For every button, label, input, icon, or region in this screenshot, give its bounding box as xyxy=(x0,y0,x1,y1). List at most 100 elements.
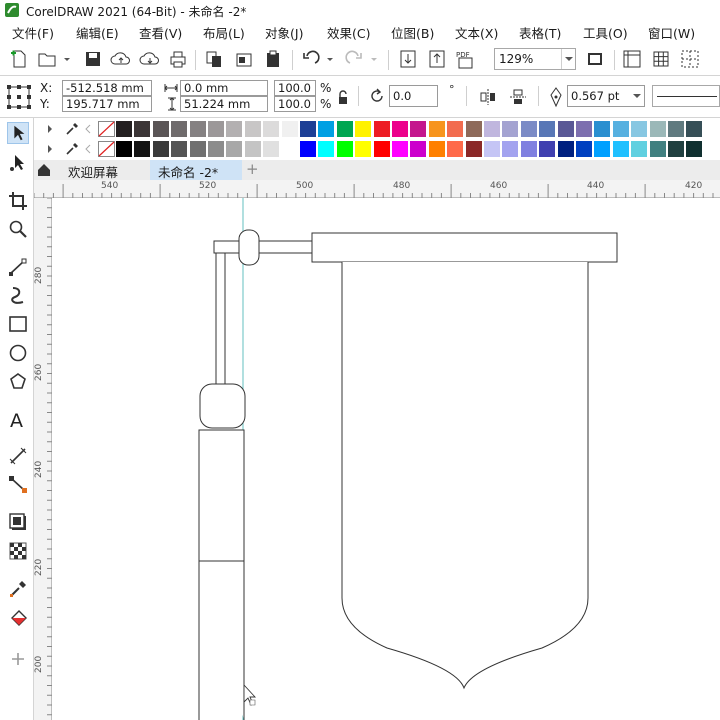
menu-effects[interactable]: 效果(C) xyxy=(327,23,370,42)
add-tool-icon[interactable] xyxy=(7,648,29,670)
color-swatch[interactable] xyxy=(152,121,170,137)
thin-pole[interactable] xyxy=(215,252,226,386)
open-icon[interactable] xyxy=(36,48,58,70)
undo-dropdown-icon[interactable] xyxy=(326,50,334,68)
pick-tool-icon[interactable] xyxy=(7,122,29,144)
color-swatch[interactable] xyxy=(631,141,649,157)
crossbar-knob[interactable] xyxy=(238,229,260,266)
rectangle-tool-icon[interactable] xyxy=(7,313,29,335)
color-swatch[interactable] xyxy=(226,121,244,137)
palette-scroll-left-icon[interactable] xyxy=(84,124,92,134)
color-swatch[interactable] xyxy=(392,141,409,157)
crop-tool-icon[interactable] xyxy=(7,190,29,212)
freehand-tool-icon[interactable] xyxy=(7,256,29,278)
menu-file[interactable]: 文件(F) xyxy=(12,23,54,42)
drop-shadow-icon[interactable] xyxy=(7,511,29,533)
export-icon[interactable] xyxy=(426,48,448,70)
color-swatch[interactable] xyxy=(244,141,262,157)
menu-table[interactable]: 表格(T) xyxy=(519,23,561,42)
width-field[interactable]: 0.0 mm xyxy=(180,80,268,96)
connector-tool-icon[interactable] xyxy=(7,473,29,495)
color-swatch[interactable] xyxy=(336,121,354,137)
color-swatch[interactable] xyxy=(520,121,538,137)
home-icon[interactable] xyxy=(36,162,52,178)
color-swatch[interactable] xyxy=(208,141,225,157)
menu-bitmaps[interactable]: 位图(B) xyxy=(391,23,434,42)
color-swatch[interactable] xyxy=(539,121,557,137)
color-swatch[interactable] xyxy=(447,121,465,137)
text-tool-icon[interactable]: A xyxy=(7,408,29,430)
artistic-media-icon[interactable] xyxy=(7,284,29,306)
thick-pole-lower[interactable] xyxy=(198,560,245,720)
color-swatch[interactable] xyxy=(392,121,409,137)
color-swatch[interactable] xyxy=(649,141,667,157)
redo-dropdown-icon[interactable] xyxy=(370,50,378,68)
color-swatch[interactable] xyxy=(116,121,133,137)
copy-icon[interactable] xyxy=(203,48,225,70)
interactive-fill-icon[interactable] xyxy=(7,608,29,630)
color-swatch[interactable] xyxy=(116,141,133,157)
menu-edit[interactable]: 编辑(E) xyxy=(76,23,119,42)
horizontal-ruler[interactable]: 540 520 500 480 460 440 420 xyxy=(34,180,720,198)
color-swatch[interactable] xyxy=(484,141,501,157)
color-swatch[interactable] xyxy=(281,141,299,157)
color-swatch[interactable] xyxy=(171,141,189,157)
color-swatch[interactable] xyxy=(281,121,299,137)
color-swatch[interactable] xyxy=(612,141,630,157)
color-swatch[interactable] xyxy=(557,121,575,137)
color-swatch[interactable] xyxy=(686,121,704,137)
rotation-field[interactable]: 0.0 xyxy=(389,85,438,107)
banner-flag[interactable] xyxy=(341,262,589,690)
color-swatch[interactable] xyxy=(594,121,612,137)
eyedropper-icon[interactable] xyxy=(7,578,29,600)
full-screen-icon[interactable] xyxy=(584,48,606,70)
color-swatch[interactable] xyxy=(189,121,207,137)
object-origin-icon[interactable] xyxy=(6,84,32,110)
zoom-level-combo[interactable]: 129% xyxy=(494,48,576,70)
flag-top-bar[interactable] xyxy=(311,232,618,263)
color-swatch[interactable] xyxy=(557,141,575,157)
color-swatch[interactable] xyxy=(300,141,317,157)
crossbar-rod[interactable] xyxy=(213,240,317,254)
paste-icon[interactable] xyxy=(262,48,284,70)
drawing-canvas[interactable] xyxy=(52,198,720,720)
menu-view[interactable]: 查看(V) xyxy=(139,23,182,42)
color-swatch[interactable] xyxy=(134,141,152,157)
open-dropdown-icon[interactable] xyxy=(63,50,71,68)
save-icon[interactable] xyxy=(82,48,104,70)
color-swatch[interactable] xyxy=(520,141,538,157)
color-swatch[interactable] xyxy=(612,121,630,137)
color-swatch[interactable] xyxy=(263,121,281,137)
x-position-field[interactable]: -512.518 mm xyxy=(62,80,152,96)
lock-ratio-icon[interactable] xyxy=(337,90,349,106)
no-color-swatch-2[interactable] xyxy=(98,141,115,157)
outline-style-combo[interactable] xyxy=(652,85,720,107)
polygon-tool-icon[interactable] xyxy=(7,371,29,393)
menu-text[interactable]: 文本(X) xyxy=(455,23,498,42)
scale-height-field[interactable]: 100.0 xyxy=(274,96,316,112)
menu-layout[interactable]: 布局(L) xyxy=(203,23,245,42)
scale-width-field[interactable]: 100.0 xyxy=(274,80,316,96)
color-swatch[interactable] xyxy=(428,121,446,137)
y-position-field[interactable]: 195.717 mm xyxy=(62,96,152,112)
color-swatch[interactable] xyxy=(502,141,520,157)
undo-icon[interactable] xyxy=(300,48,322,70)
color-swatch[interactable] xyxy=(373,121,391,137)
add-tab-button[interactable]: + xyxy=(246,160,262,180)
download-cloud-icon[interactable] xyxy=(139,48,161,70)
color-swatch[interactable] xyxy=(539,141,557,157)
color-swatch[interactable] xyxy=(355,121,373,137)
color-swatch[interactable] xyxy=(668,141,685,157)
menu-tools[interactable]: 工具(O) xyxy=(583,23,628,42)
shape-tool-icon[interactable] xyxy=(7,152,29,174)
menu-object[interactable]: 对象(J) xyxy=(265,23,303,42)
color-swatch[interactable] xyxy=(576,141,593,157)
color-swatch[interactable] xyxy=(686,141,704,157)
color-swatch[interactable] xyxy=(189,141,207,157)
color-swatch[interactable] xyxy=(300,121,317,137)
guidelines-icon[interactable] xyxy=(679,48,701,70)
color-swatch[interactable] xyxy=(668,121,685,137)
transparency-icon[interactable] xyxy=(7,540,29,562)
color-swatch[interactable] xyxy=(336,141,354,157)
palette-scroll-right-icon[interactable] xyxy=(46,124,54,134)
